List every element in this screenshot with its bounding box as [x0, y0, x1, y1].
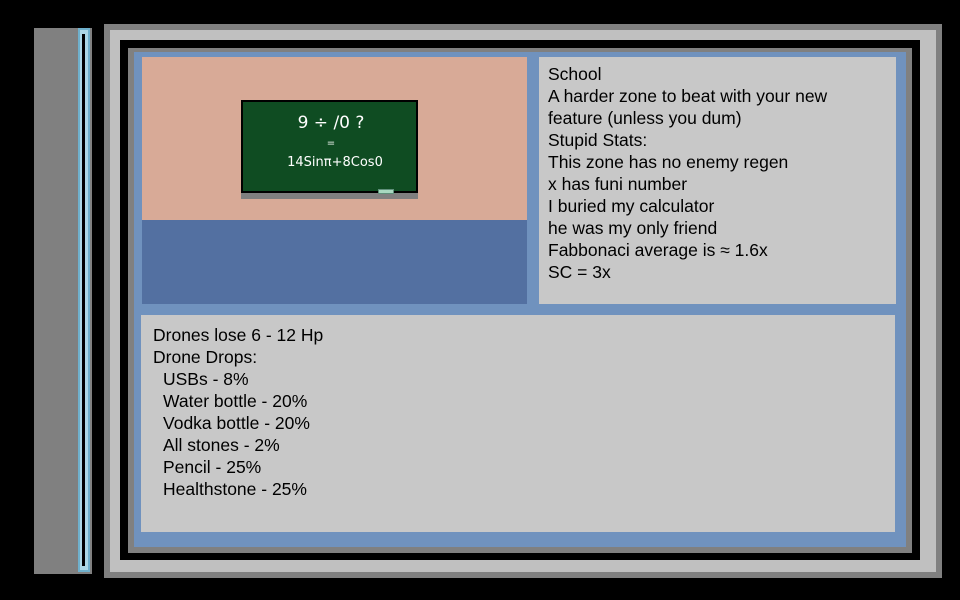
drop-item: Healthstone - 25%: [163, 479, 307, 499]
zone-description-line: feature (unless you dum): [548, 108, 742, 128]
drop-item: Pencil - 25%: [163, 457, 262, 477]
zone-description-line: A harder zone to beat with your new: [548, 86, 828, 106]
stat-line: This zone has no enemy regen: [548, 152, 789, 172]
stat-line: Fabbonaci average is ≈ 1.6x: [548, 240, 768, 260]
chalk-line-2: =: [327, 138, 335, 149]
sidebar-scrollbar-track: [82, 34, 85, 566]
stat-line: x has funi number: [548, 174, 688, 194]
chalkboard-writing: 9 ÷ /0 ? = 14Sinπ+8Cos0: [287, 113, 383, 170]
hp-loss-text: Drones lose 6 - 12 Hp: [153, 325, 324, 345]
chalkboard-icon: 9 ÷ /0 ? = 14Sinπ+8Cos0: [241, 100, 418, 193]
zone-description-panel: School A harder zone to beat with your n…: [539, 57, 896, 304]
drop-item: All stones - 2%: [163, 435, 280, 455]
drop-item: USBs - 8%: [163, 369, 249, 389]
drop-item: Vodka bottle - 20%: [163, 413, 310, 433]
zone-image: 9 ÷ /0 ? = 14Sinπ+8Cos0: [142, 57, 527, 304]
drop-item: Water bottle - 20%: [163, 391, 308, 411]
chalk-line-3: 14Sinπ+8Cos0: [287, 155, 383, 170]
chalk-line-1: 9 ÷ /0 ?: [298, 113, 365, 133]
drops-heading: Drone Drops:: [153, 347, 258, 367]
stats-heading: Stupid Stats:: [548, 130, 648, 150]
zone-title: School: [548, 64, 602, 84]
stat-line: I buried my calculator: [548, 196, 715, 216]
stat-line: SC = 3x: [548, 262, 611, 282]
classroom-floor: [142, 220, 527, 304]
zone-info-panel: Drones lose 6 - 12 Hp Drone Drops: USBs …: [141, 315, 895, 532]
stat-line: he was my only friend: [548, 218, 718, 238]
eraser-icon: [378, 189, 394, 194]
